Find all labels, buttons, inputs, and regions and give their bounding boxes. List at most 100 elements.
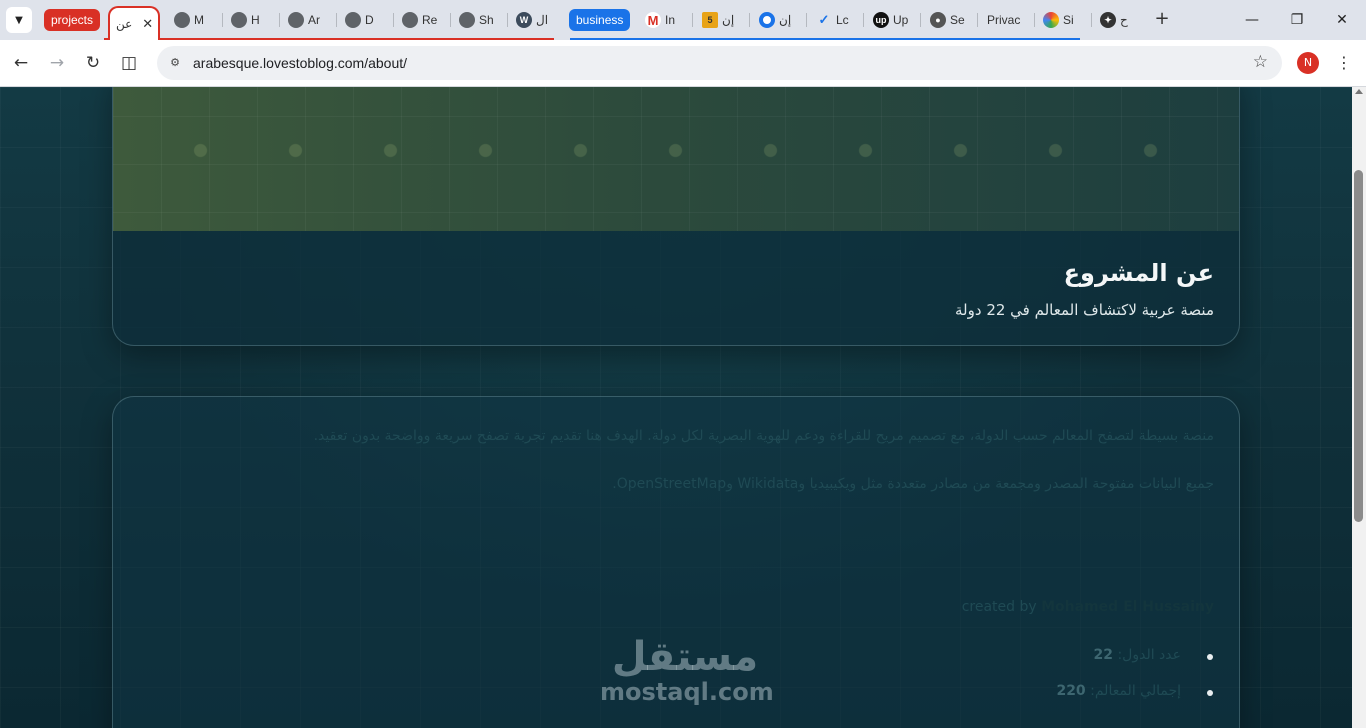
tab-separator xyxy=(806,13,807,27)
tab-4[interactable]: D xyxy=(345,9,385,31)
tab-title: Si xyxy=(1063,13,1074,27)
about-paragraph-1: منصة بسيطة لتصفح المعالم حسب الدولة، مع … xyxy=(313,428,1214,444)
forward-button[interactable]: → xyxy=(44,50,70,76)
tab-separator xyxy=(507,13,508,27)
url-text[interactable]: arabesque.lovestoblog.com/about/ xyxy=(193,55,407,71)
book-icon: ◫ xyxy=(120,53,138,73)
tab-separator xyxy=(1091,13,1092,27)
plus-icon: + xyxy=(1154,8,1170,29)
close-icon[interactable]: ✕ xyxy=(142,16,153,32)
minimize-icon: — xyxy=(1245,12,1259,28)
tab-separator xyxy=(749,13,750,27)
tab-6[interactable]: Sh xyxy=(459,9,499,31)
tab-8[interactable]: M In xyxy=(645,9,685,31)
arrow-right-icon: → xyxy=(49,53,65,73)
reload-icon: ↻ xyxy=(85,53,101,73)
globe-icon xyxy=(174,12,190,28)
tab-15[interactable]: Si xyxy=(1043,9,1083,31)
tab-separator xyxy=(450,13,451,27)
tab-7[interactable]: W ال xyxy=(516,9,556,31)
tab-13[interactable]: ● Se xyxy=(930,9,970,31)
tab-title: Privac xyxy=(987,13,1021,27)
tab-title: In xyxy=(665,13,676,27)
watermark-arabic: مستقل xyxy=(611,634,759,680)
tab-group-business[interactable]: business xyxy=(569,9,631,31)
profile-avatar[interactable]: N xyxy=(1297,52,1319,74)
address-bar[interactable]: ⚙ arabesque.lovestoblog.com/about/ ☆ xyxy=(157,46,1282,80)
stat-value: 220 xyxy=(1056,683,1086,699)
page-subtitle: منصة عربية لاكتشاف المعالم في 22 دولة xyxy=(955,301,1214,319)
tab-5[interactable]: Re xyxy=(402,9,442,31)
stat-label: إجمالي المعالم: xyxy=(1090,683,1181,699)
globe-icon xyxy=(288,12,304,28)
tab-title: ال xyxy=(536,13,549,27)
tab-title: عن xyxy=(116,17,133,31)
globe-icon xyxy=(345,12,361,28)
tab-title: Up xyxy=(893,13,909,27)
mostaql-watermark: مستقل mostaql.com xyxy=(600,634,774,706)
tab-group-projects[interactable]: projects xyxy=(44,9,101,31)
tab-separator xyxy=(863,13,864,27)
back-button[interactable]: ← xyxy=(8,50,34,76)
tab-title: Ar xyxy=(308,13,320,27)
more-menu-icon[interactable]: ⋮ xyxy=(1336,52,1352,74)
tab-3[interactable]: Ar xyxy=(288,9,328,31)
browser-toolbar: ← → ↻ ◫ ⚙ arabesque.lovestoblog.com/abou… xyxy=(0,40,1366,87)
minimize-button[interactable]: — xyxy=(1240,8,1264,32)
restore-button[interactable]: ❐ xyxy=(1285,8,1309,32)
tab-separator xyxy=(336,13,337,27)
watermark-latin: mostaql.com xyxy=(600,678,774,706)
reading-mode-button[interactable]: ◫ xyxy=(116,50,142,76)
wordpress-icon: W xyxy=(516,12,532,28)
tab-title: إن xyxy=(779,13,792,27)
tab-title: D xyxy=(365,13,374,27)
arrow-left-icon: ← xyxy=(13,53,29,73)
stats-list: عدد الدول: 22 إجمالي المعالم: 220 xyxy=(1056,647,1213,719)
stat-countries: عدد الدول: 22 xyxy=(1056,647,1213,683)
tab-strip: ▼ projects عن ✕ M H Ar D Re Sh W ال busin… xyxy=(0,0,1366,40)
tab-12[interactable]: up Up xyxy=(873,9,913,31)
tab-10[interactable]: إن xyxy=(759,9,799,31)
tab-title: H xyxy=(251,13,260,27)
page-title: عن المشروع xyxy=(1063,259,1214,287)
author-name: Mohamed El Hussainy xyxy=(1041,599,1214,615)
github-icon: ● xyxy=(930,12,946,28)
stat-landmarks: إجمالي المعالم: 220 xyxy=(1056,683,1213,719)
scroll-up-arrow-icon[interactable] xyxy=(1355,89,1363,94)
reload-button[interactable]: ↻ xyxy=(80,50,106,76)
tab-16[interactable]: ✦ ح xyxy=(1100,9,1140,31)
openai-icon: ✦ xyxy=(1100,12,1116,28)
tab-separator xyxy=(279,13,280,27)
check-icon: ✓ xyxy=(818,12,830,27)
tab-1[interactable]: M xyxy=(174,9,214,31)
restore-icon: ❐ xyxy=(1290,12,1304,28)
tab-active-about[interactable]: عن ✕ xyxy=(108,6,160,40)
new-tab-button[interactable]: + xyxy=(1151,8,1173,30)
about-paragraph-2: جميع البيانات مفتوحة المصدر ومجمعة من مص… xyxy=(612,476,1214,492)
page-viewport: عن المشروع منصة عربية لاكتشاف المعالم في… xyxy=(0,87,1352,728)
tab-search-button[interactable]: ▼ xyxy=(6,7,32,33)
tab-2[interactable]: H xyxy=(231,9,271,31)
tab-9[interactable]: 5 إن xyxy=(702,9,742,31)
close-window-button[interactable]: ✕ xyxy=(1330,8,1354,32)
tab-11[interactable]: ✓ Lc xyxy=(816,9,856,31)
close-icon: ✕ xyxy=(1336,12,1348,28)
credit-prefix: created by xyxy=(961,599,1037,615)
stat-value: 22 xyxy=(1093,647,1113,663)
tab-separator xyxy=(1034,13,1035,27)
globe-icon xyxy=(402,12,418,28)
tab-14[interactable]: Privac xyxy=(987,9,1027,31)
ring-icon xyxy=(759,12,775,28)
tab-separator xyxy=(222,13,223,27)
tab-title: Sh xyxy=(479,13,494,27)
globe-icon xyxy=(459,12,475,28)
bookmark-star-icon[interactable]: ☆ xyxy=(1253,52,1268,72)
number-5-icon: 5 xyxy=(702,12,718,28)
google-icon xyxy=(1043,12,1059,28)
banner-star-pattern xyxy=(113,87,1239,231)
tab-title: Se xyxy=(950,13,965,27)
scrollbar-thumb[interactable] xyxy=(1354,170,1363,522)
tab-separator xyxy=(920,13,921,27)
hero-card: عن المشروع منصة عربية لاكتشاف المعالم في… xyxy=(112,87,1240,346)
site-settings-icon[interactable]: ⚙ xyxy=(165,53,185,73)
